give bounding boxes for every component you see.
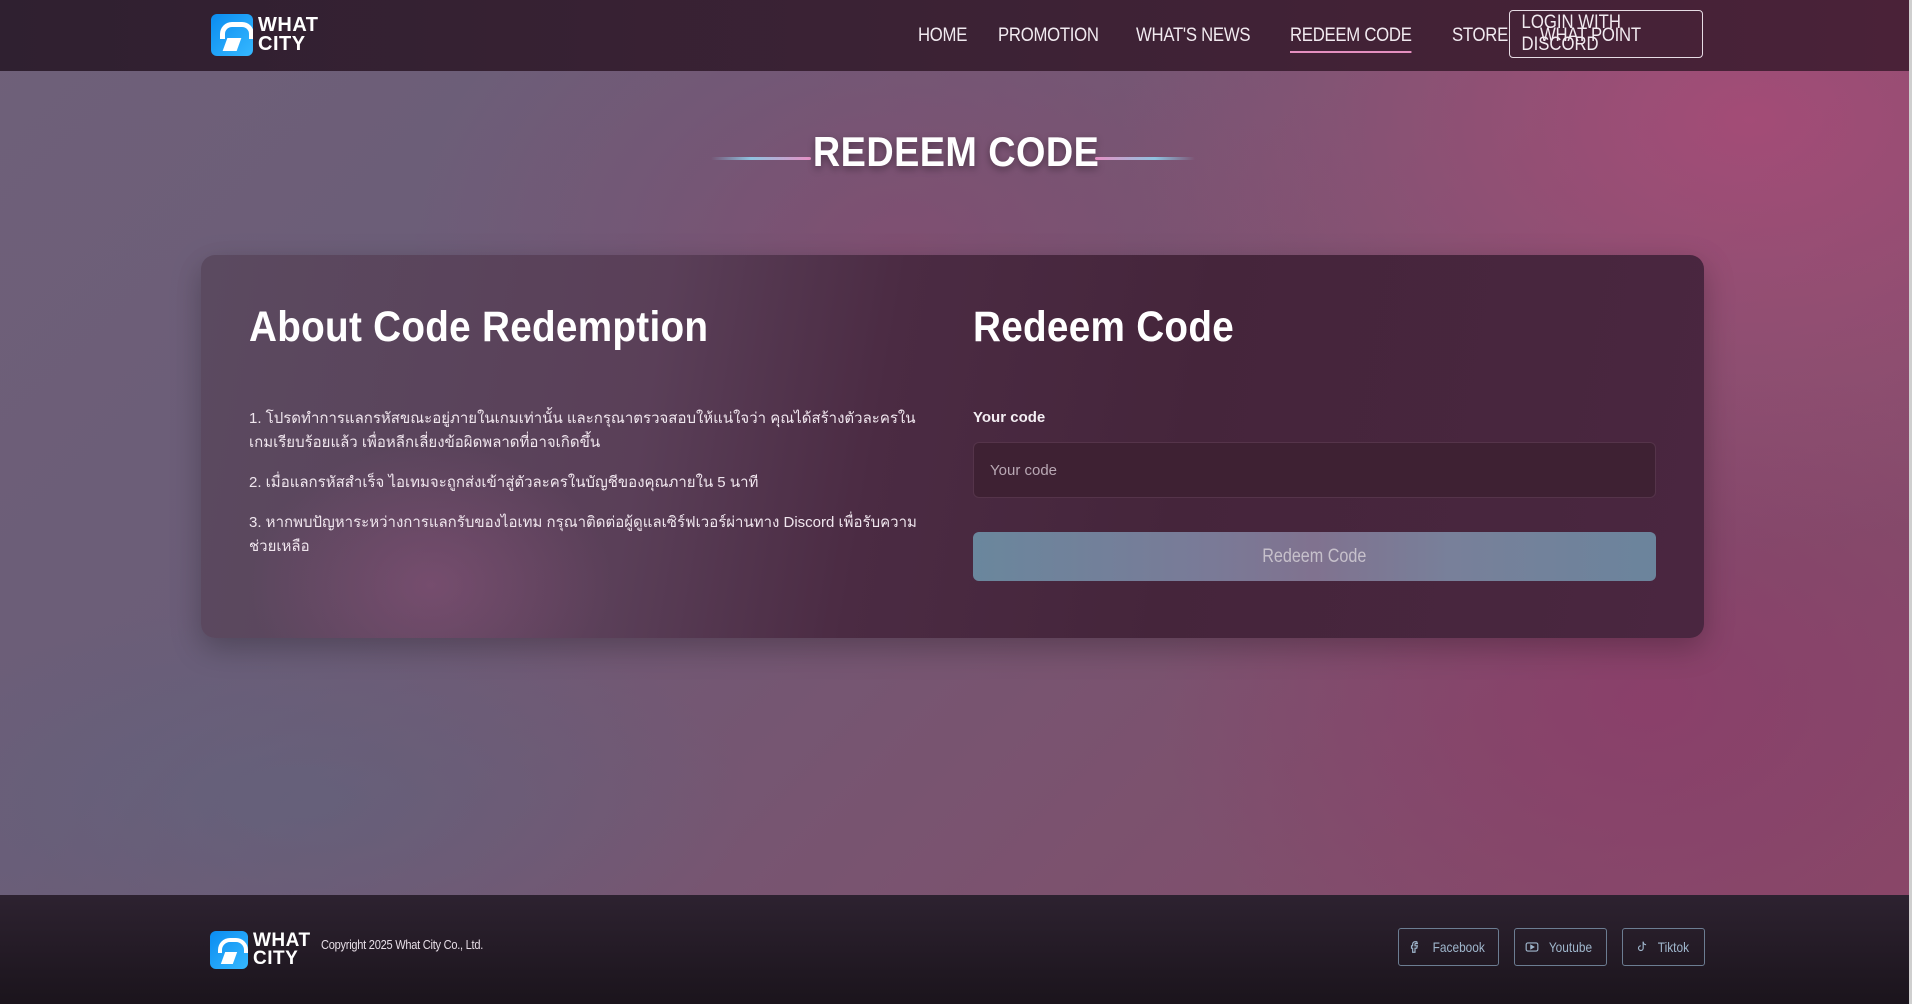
- about-list: 1. โปรดทำการแลกรหัสขณะอยู่ภายในเกมเท่านั…: [249, 407, 929, 575]
- facebook-button[interactable]: Facebook: [1398, 928, 1499, 966]
- youtube-button[interactable]: Youtube: [1514, 928, 1607, 966]
- about-title-text: About Code Redemption: [249, 303, 709, 351]
- background-haze: [0, 600, 900, 900]
- about-item-3: 3. หากพบปัญหาระหว่างการแลกรับของไอเทม กร…: [249, 514, 917, 555]
- copyright-text: Copyright 2025 What City Co., Ltd.: [321, 937, 484, 952]
- login-button-label: LOGIN WITH DISCORD: [1521, 12, 1621, 55]
- site-header: WHAT CITY HOME PROMOTION WHAT'S NEWS RED…: [0, 0, 1912, 71]
- logo-line-2: CITY: [258, 33, 306, 55]
- about-title: About Code Redemption: [249, 303, 759, 352]
- tiktok-icon: [1638, 941, 1647, 952]
- tiktok-label: Tiktok: [1657, 939, 1690, 955]
- logo-mark-icon: [211, 14, 253, 56]
- login-with-discord-button[interactable]: LOGIN WITH DISCORD: [1509, 10, 1703, 58]
- youtube-icon: [1525, 942, 1539, 952]
- about-item-2: 2. เมื่อแลกรหัสสำเร็จ ไอเทมจะถูกส่งเข้าส…: [249, 474, 759, 491]
- nav-whats-news[interactable]: WHAT'S NEWS: [1136, 19, 1250, 53]
- page-title: REDEEM CODE: [0, 128, 1912, 176]
- nav-promotion[interactable]: PROMOTION: [998, 19, 1099, 53]
- footer-logo[interactable]: WHAT CITY: [210, 931, 311, 969]
- site-footer: WHAT CITY Copyright 2025 What City Co., …: [0, 895, 1912, 1004]
- logo-text: WHAT CITY: [258, 15, 319, 55]
- redeem-card: About Code Redemption 1. โปรดทำการแลกรหั…: [201, 255, 1704, 638]
- redeem-code-button[interactable]: Redeem Code: [973, 532, 1656, 581]
- redeem-title-text: Redeem Code: [973, 303, 1235, 351]
- footer-logo-text: WHAT CITY: [253, 931, 311, 969]
- facebook-icon: [1410, 941, 1418, 953]
- redeem-title: Redeem Code: [973, 303, 1263, 352]
- title-divider-right: [1095, 157, 1195, 160]
- redeem-button-label: Redeem Code: [1262, 545, 1367, 567]
- header-logo[interactable]: WHAT CITY: [211, 14, 319, 56]
- nav-redeem-code[interactable]: REDEEM CODE: [1290, 19, 1412, 53]
- about-item-1: 1. โปรดทำการแลกรหัสขณะอยู่ภายในเกมเท่านั…: [249, 410, 916, 451]
- footer-logo-mark-icon: [210, 931, 248, 969]
- youtube-label: Youtube: [1548, 939, 1593, 955]
- footer-logo-line-2: CITY: [253, 948, 299, 969]
- facebook-label: Facebook: [1432, 939, 1485, 955]
- tiktok-button[interactable]: Tiktok: [1622, 928, 1705, 966]
- nav-store[interactable]: STORE: [1452, 19, 1508, 53]
- code-field-label: Your code: [973, 409, 1046, 426]
- page-title-text: REDEEM CODE: [812, 128, 1100, 175]
- nav-home[interactable]: HOME: [918, 19, 967, 53]
- code-input[interactable]: [973, 442, 1656, 498]
